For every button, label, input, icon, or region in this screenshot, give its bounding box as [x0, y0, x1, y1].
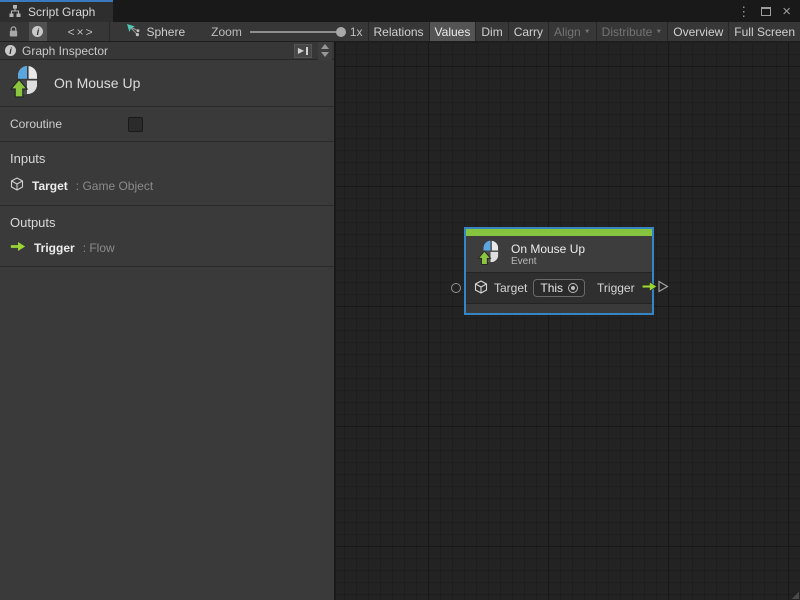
node-trigger-label: Trigger	[597, 281, 635, 295]
node-target-label: Target	[494, 281, 527, 295]
coroutine-row: Coroutine	[0, 107, 334, 142]
graph-toolbar: i <×> Sphere Zoom 1x Relations V	[0, 22, 800, 42]
inspector-toggle-button[interactable]: i	[29, 22, 47, 41]
maximize-icon[interactable]	[761, 7, 771, 16]
target-value: This	[540, 281, 563, 295]
flow-arrow-icon	[641, 281, 658, 295]
object-picker-icon[interactable]	[568, 283, 578, 293]
toolbar-buttons: Relations Values Dim Carry Align ▼ Distr…	[368, 22, 800, 41]
tab-title: Script Graph	[28, 5, 95, 19]
code-view-icon[interactable]: <×>	[65, 25, 98, 39]
output-type: : Flow	[83, 241, 115, 255]
zoom-slider[interactable]	[250, 31, 342, 33]
on-mouse-up-icon	[476, 240, 502, 269]
zoom-label: Zoom	[211, 25, 242, 39]
input-name: Target	[32, 179, 68, 193]
unit-title: On Mouse Up	[54, 75, 140, 91]
input-port[interactable]	[451, 283, 461, 293]
graph-asset-icon	[126, 23, 140, 40]
info-icon: i	[5, 45, 16, 56]
node-ports-row: Target This Trigger	[466, 272, 652, 304]
chevron-down-icon: ▼	[655, 29, 662, 35]
more-menu-icon[interactable]: ⋮	[737, 5, 750, 18]
inspector-header: i Graph Inspector ▶	[0, 42, 334, 60]
zoom-slider-handle[interactable]	[336, 27, 346, 37]
fullscreen-button[interactable]: Full Screen	[728, 22, 800, 41]
on-mouse-up-node[interactable]: On Mouse Up Event Target This	[464, 227, 654, 315]
info-icon: i	[32, 26, 43, 37]
input-type: : Game Object	[76, 179, 153, 193]
output-name: Trigger	[34, 241, 75, 255]
tab-bar: Script Graph ⋮ ×	[0, 0, 800, 22]
node-subtitle: Event	[511, 256, 585, 267]
scrub-up-icon	[321, 44, 329, 49]
resize-grip[interactable]	[791, 591, 799, 599]
node-footer	[466, 304, 652, 313]
overview-button[interactable]: Overview	[667, 22, 728, 41]
game-object-cube-icon	[474, 280, 488, 297]
graph-target-label: Sphere	[146, 25, 185, 39]
node-header[interactable]: On Mouse Up Event	[466, 236, 652, 272]
main-area: i Graph Inspector ▶	[0, 42, 800, 600]
toolbar-separator	[109, 22, 110, 41]
coroutine-checkbox[interactable]	[128, 117, 143, 132]
graph-canvas[interactable]: On Mouse Up Event Target This	[336, 42, 800, 600]
lock-icon[interactable]	[8, 25, 19, 38]
values-button[interactable]: Values	[429, 22, 476, 41]
outputs-section: Outputs Trigger : Flow	[0, 206, 334, 267]
chevron-down-icon: ▼	[584, 29, 591, 35]
inspector-empty-area	[0, 267, 334, 600]
on-mouse-up-icon	[8, 65, 42, 102]
zoom-value: 1x	[350, 25, 363, 39]
game-object-cube-icon	[10, 177, 24, 194]
script-graph-window: Script Graph ⋮ × i <×>	[0, 0, 800, 600]
target-value-button[interactable]: This	[533, 279, 585, 297]
scrub-down-icon	[321, 52, 329, 57]
inputs-header: Inputs	[10, 151, 324, 166]
distribute-dropdown[interactable]: Distribute ▼	[596, 22, 668, 41]
graph-inspector-panel: i Graph Inspector ▶	[0, 42, 336, 600]
inspector-title: Graph Inspector	[22, 44, 288, 58]
output-row-trigger: Trigger : Flow	[10, 241, 324, 255]
tab-script-graph[interactable]: Script Graph	[0, 0, 113, 22]
carry-button[interactable]: Carry	[508, 22, 548, 41]
coroutine-label: Coroutine	[10, 117, 128, 131]
node-accent-bar	[466, 229, 652, 236]
node-title: On Mouse Up	[511, 242, 585, 256]
graph-target-breadcrumb[interactable]: Sphere	[126, 23, 185, 40]
unit-title-block: On Mouse Up	[0, 60, 334, 107]
output-port[interactable]	[658, 280, 669, 296]
input-row-target: Target : Game Object	[10, 177, 324, 194]
align-dropdown[interactable]: Align ▼	[548, 22, 596, 41]
flow-arrow-icon	[10, 241, 26, 255]
relations-button[interactable]: Relations	[368, 22, 429, 41]
dock-panel-icon[interactable]: ▶	[294, 44, 312, 58]
dim-button[interactable]: Dim	[475, 22, 507, 41]
inputs-section: Inputs Target : Game Object	[0, 142, 334, 206]
window-controls: ⋮ ×	[737, 0, 800, 22]
outputs-header: Outputs	[10, 215, 324, 230]
zoom-control: Zoom 1x	[211, 25, 362, 39]
script-graph-icon	[8, 4, 22, 21]
close-icon[interactable]: ×	[782, 4, 791, 19]
panel-scrubber[interactable]	[318, 42, 332, 60]
